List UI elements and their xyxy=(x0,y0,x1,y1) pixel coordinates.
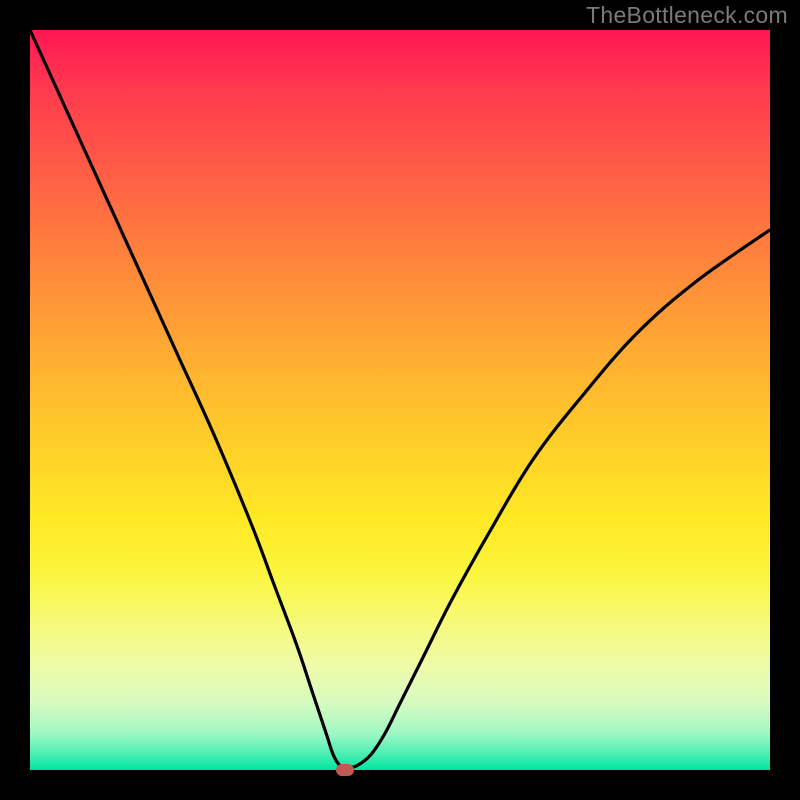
watermark-text: TheBottleneck.com xyxy=(586,2,788,29)
optimum-marker-icon xyxy=(336,764,354,776)
plot-area xyxy=(30,30,770,770)
chart-frame: TheBottleneck.com xyxy=(0,0,800,800)
bottleneck-curve xyxy=(30,30,770,770)
